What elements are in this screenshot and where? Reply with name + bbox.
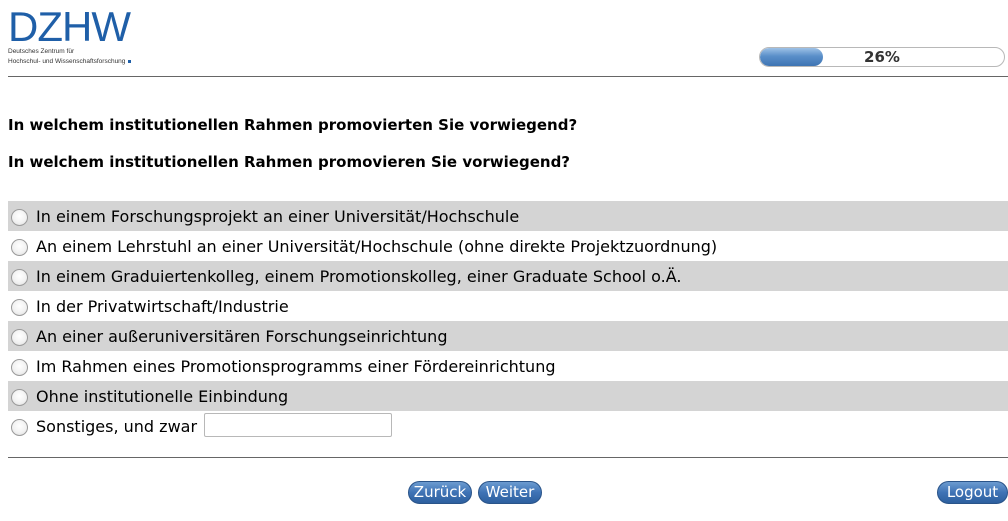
option-label[interactable]: In der Privatwirtschaft/Industrie bbox=[36, 297, 289, 316]
option-row[interactable]: An einer außeruniversitären Forschungsei… bbox=[8, 321, 1008, 351]
option-row[interactable]: In der Privatwirtschaft/Industrie bbox=[8, 291, 1008, 321]
logo-wordmark: DZHW bbox=[8, 3, 131, 50]
option-row[interactable]: Im Rahmen eines Promotionsprogramms eine… bbox=[8, 351, 1008, 381]
option-row[interactable]: In einem Forschungsprojekt an einer Univ… bbox=[8, 201, 1008, 231]
option-label[interactable]: Sonstiges, und zwar bbox=[36, 417, 197, 436]
progress-bar: 26% bbox=[759, 47, 1005, 67]
radio-button[interactable] bbox=[11, 359, 28, 376]
option-row[interactable]: An einem Lehrstuhl an einer Universität/… bbox=[8, 231, 1008, 261]
next-button[interactable]: Weiter bbox=[478, 481, 542, 504]
logo-square-icon bbox=[128, 60, 132, 63]
option-row[interactable]: In einem Graduiertenkolleg, einem Promot… bbox=[8, 261, 1008, 291]
logout-button[interactable]: Logout bbox=[937, 481, 1008, 504]
option-label[interactable]: Im Rahmen eines Promotionsprogramms eine… bbox=[36, 357, 555, 376]
header-divider bbox=[8, 76, 1008, 77]
option-label[interactable]: In einem Graduiertenkolleg, einem Promot… bbox=[36, 267, 681, 286]
footer-divider bbox=[8, 457, 1008, 458]
other-text-input[interactable] bbox=[204, 413, 393, 437]
progress-percent: 26% bbox=[864, 48, 900, 66]
option-row[interactable]: Ohne institutionelle Einbindung bbox=[8, 381, 1008, 411]
radio-button[interactable] bbox=[11, 209, 28, 226]
option-label[interactable]: An einer außeruniversitären Forschungsei… bbox=[36, 327, 447, 346]
radio-button[interactable] bbox=[11, 269, 28, 286]
radio-button[interactable] bbox=[11, 299, 28, 316]
question-text-present: In welchem institutionellen Rahmen promo… bbox=[8, 153, 571, 171]
back-button[interactable]: Zurück bbox=[408, 481, 472, 504]
radio-button[interactable] bbox=[11, 419, 28, 436]
question-text-past: In welchem institutionellen Rahmen promo… bbox=[8, 116, 578, 134]
radio-button[interactable] bbox=[11, 329, 28, 346]
option-row-other[interactable]: Sonstiges, und zwar bbox=[8, 411, 1008, 441]
radio-button[interactable] bbox=[11, 389, 28, 406]
radio-button[interactable] bbox=[11, 239, 28, 256]
option-label[interactable]: Ohne institutionelle Einbindung bbox=[36, 387, 288, 406]
option-label[interactable]: An einem Lehrstuhl an einer Universität/… bbox=[36, 237, 717, 256]
dzhw-logo: DZHW Deutsches Zentrum für Hochschul- un… bbox=[8, 3, 148, 68]
logo-subline-2: Hochschul- und Wissenschaftsforschung bbox=[8, 58, 148, 66]
option-label[interactable]: In einem Forschungsprojekt an einer Univ… bbox=[36, 207, 519, 226]
answer-options: In einem Forschungsprojekt an einer Univ… bbox=[8, 201, 1008, 441]
logo-subline-2-text: Hochschul- und Wissenschaftsforschung bbox=[8, 58, 126, 65]
